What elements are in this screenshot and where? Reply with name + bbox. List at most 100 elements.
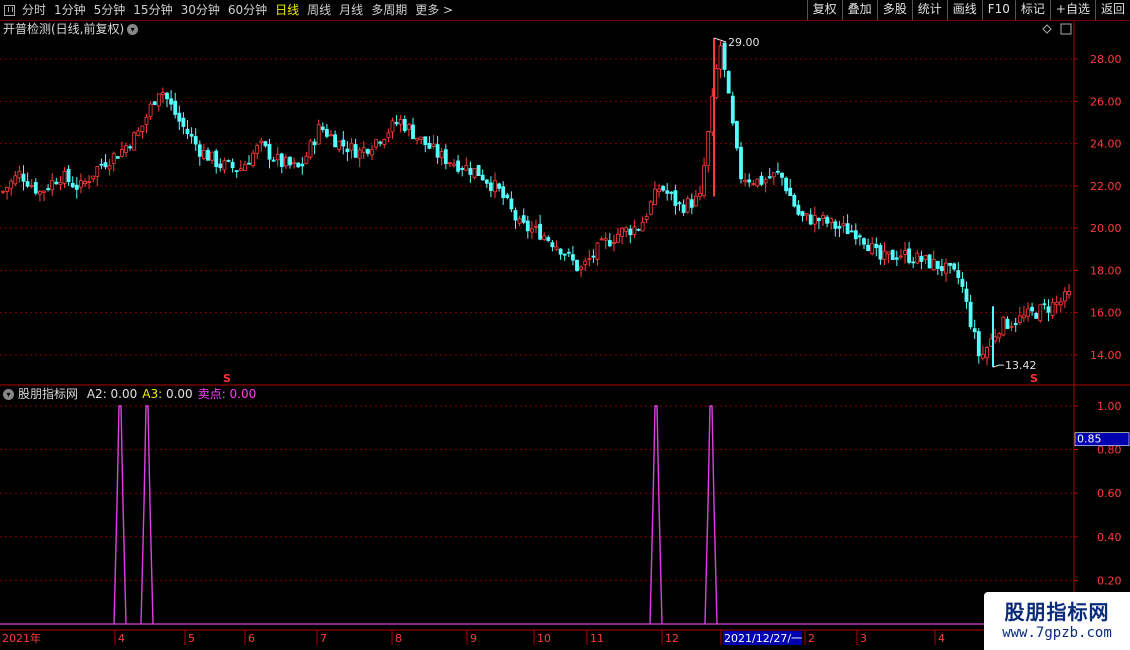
candle-body xyxy=(185,128,190,135)
candle-body xyxy=(324,129,329,137)
toolbar-button-2[interactable]: 多股 xyxy=(876,0,912,20)
chevron-down-icon[interactable]: ▾ xyxy=(127,24,139,35)
chevron-down-icon[interactable]: ▾ xyxy=(3,389,14,400)
candle-body xyxy=(845,223,850,235)
candle-body xyxy=(890,249,895,260)
candle-body xyxy=(833,221,838,229)
period-tab-6[interactable]: 日线 xyxy=(271,0,303,20)
chart-canvas[interactable]: 29.0013.42S S 28.0026.0024.0022.0020.0018… xyxy=(0,0,1130,650)
candle-body xyxy=(968,301,973,328)
candle-body xyxy=(341,139,346,147)
period-tab-4[interactable]: 30分钟 xyxy=(177,0,224,20)
toolbar-button-1[interactable]: 叠加 xyxy=(841,0,877,20)
candle-body xyxy=(739,146,743,180)
price-tick-label: 24.00 xyxy=(1090,138,1122,151)
candle-body xyxy=(755,178,760,187)
diamond-icon xyxy=(1042,24,1052,34)
candle-body xyxy=(956,270,961,278)
menu-icon[interactable] xyxy=(4,4,15,16)
candle-body xyxy=(636,228,641,231)
candle-body xyxy=(476,165,481,177)
candle-body xyxy=(99,163,104,166)
candle-body xyxy=(571,254,575,261)
stock-title: 开普检测(日线,前复权) xyxy=(3,22,125,36)
candle-body xyxy=(575,259,579,272)
toolbar-button-0[interactable]: 复权 xyxy=(806,0,842,20)
candle-body xyxy=(583,260,588,266)
period-tab-9[interactable]: 多周期 xyxy=(367,0,411,20)
candle-body xyxy=(796,204,801,215)
candle-body xyxy=(685,197,690,213)
candle-body xyxy=(767,176,772,179)
candle-body xyxy=(1001,316,1006,336)
candle-body xyxy=(780,172,784,178)
candle-body xyxy=(919,255,924,262)
candle-body xyxy=(452,163,456,166)
candle-body xyxy=(177,112,182,122)
toolbar-button-8[interactable]: 返回 xyxy=(1094,0,1130,20)
watermark: 股朋指标网 www.7gpzb.com xyxy=(984,592,1130,650)
candle-body xyxy=(591,255,596,258)
candle-body xyxy=(640,221,645,232)
candle-body xyxy=(308,140,313,158)
candle-body xyxy=(136,130,141,136)
period-tab-10[interactable]: 更多 > xyxy=(411,0,457,20)
candle-body xyxy=(1046,306,1051,313)
candle-body xyxy=(267,144,272,160)
time-label: 8 xyxy=(395,632,402,645)
time-label: 11 xyxy=(590,632,604,645)
time-label: 2021年 xyxy=(2,631,41,645)
candle-body xyxy=(964,288,969,302)
candle-body xyxy=(554,246,559,250)
candle-body xyxy=(140,125,145,132)
candle-body xyxy=(542,235,547,240)
candle-body xyxy=(447,162,452,165)
main-chart-title: 开普检测(日线,前复权) ▾ xyxy=(3,21,139,37)
candle-body xyxy=(365,149,370,154)
candle-body xyxy=(940,266,944,272)
candle-body xyxy=(788,187,793,197)
candle-body xyxy=(17,170,22,179)
toolbar-buttons: 复权 叠加 多股 统计 画线 F10 标记 +自选 返回 xyxy=(806,0,1130,20)
toolbar-button-4[interactable]: 画线 xyxy=(946,0,982,20)
candle-body xyxy=(390,120,395,133)
candle-body xyxy=(263,141,268,147)
candle-body xyxy=(456,160,461,172)
candle-body xyxy=(349,142,354,151)
candle-body xyxy=(730,95,735,124)
time-label: 4 xyxy=(118,632,125,645)
period-tab-2[interactable]: 5分钟 xyxy=(90,0,130,20)
candle-body xyxy=(337,140,342,150)
candle-body xyxy=(13,175,18,185)
period-tab-1[interactable]: 1分钟 xyxy=(50,0,90,20)
indicator-title: ▾ 股朋指标网 A2: 0.00 A3: 0.00 卖点: 0.00 xyxy=(3,386,256,402)
period-tab-8[interactable]: 月线 xyxy=(335,0,367,20)
candle-body xyxy=(58,181,63,185)
candle-body xyxy=(841,223,846,227)
candle-body xyxy=(189,133,194,137)
axis-labels: 28.0026.0024.0022.0020.0018.0016.0014.00… xyxy=(2,53,1130,645)
toolbar-button-6[interactable]: 标记 xyxy=(1014,0,1050,20)
candle-body xyxy=(837,225,842,229)
period-tab-0[interactable]: 分时 xyxy=(18,0,50,20)
candle-body xyxy=(1050,302,1055,316)
candle-body xyxy=(521,215,526,223)
candle-body xyxy=(923,255,928,260)
candle-body xyxy=(997,333,1002,339)
sell-signal-spike-2 xyxy=(649,405,663,625)
toolbar-button-5[interactable]: F10 xyxy=(981,0,1015,20)
toolbar-button-3[interactable]: 统计 xyxy=(911,0,947,20)
candle-body xyxy=(948,262,952,266)
candle-body xyxy=(894,257,899,260)
candle-body xyxy=(378,141,383,144)
candle-body xyxy=(460,168,465,170)
period-tab-5[interactable]: 60分钟 xyxy=(224,0,271,20)
candle-body xyxy=(427,143,432,149)
toolbar-button-7[interactable]: +自选 xyxy=(1049,0,1095,20)
period-tab-3[interactable]: 15分钟 xyxy=(129,0,176,20)
indicator-name[interactable]: 股朋指标网 xyxy=(18,387,78,401)
candle-body xyxy=(423,136,428,146)
candle-body xyxy=(386,132,391,138)
candle-body xyxy=(374,139,379,148)
period-tab-7[interactable]: 周线 xyxy=(303,0,335,20)
